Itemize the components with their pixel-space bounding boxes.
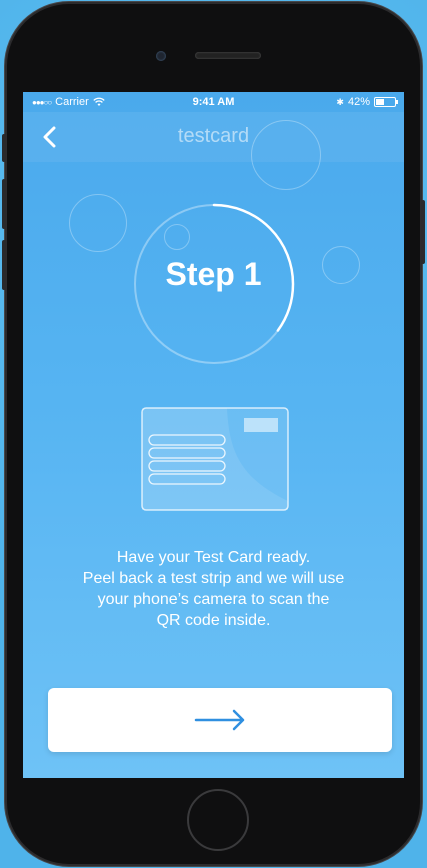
test-card-illustration bbox=[141, 407, 289, 511]
battery-percentage: 42% bbox=[347, 96, 370, 108]
decorative-bubble bbox=[69, 194, 127, 252]
status-right: ✱ 42% bbox=[336, 96, 398, 108]
instruction-line: QR code inside. bbox=[156, 612, 271, 629]
instruction-text: Have your Test Card ready. Peel back a t… bbox=[35, 547, 392, 631]
battery-icon bbox=[374, 97, 398, 107]
mute-switch bbox=[2, 134, 6, 162]
status-bar: ●●●○○ Carrier 9:41 AM ✱ 42% bbox=[23, 92, 404, 112]
front-camera bbox=[156, 51, 166, 61]
arrow-right-icon bbox=[194, 709, 245, 731]
navigation-bar: testcard bbox=[23, 112, 404, 162]
power-button bbox=[421, 200, 425, 264]
app-screen: ●●●○○ Carrier 9:41 AM ✱ 42% testcard Ste… bbox=[23, 92, 404, 778]
instruction-line: Peel back a test strip and we will use bbox=[82, 570, 345, 587]
home-button[interactable] bbox=[187, 789, 249, 851]
decorative-bubble bbox=[251, 120, 321, 190]
instruction-line: Have your Test Card ready. bbox=[116, 549, 311, 566]
volume-down-button bbox=[2, 240, 6, 290]
earpiece-speaker bbox=[195, 52, 261, 59]
nav-title: testcard bbox=[177, 125, 250, 147]
instruction-line: your phone’s camera to scan the bbox=[97, 591, 330, 608]
volume-up-button bbox=[2, 179, 6, 229]
step-title: Step 1 bbox=[165, 256, 262, 292]
bluetooth-icon: ✱ bbox=[336, 96, 344, 107]
next-button[interactable] bbox=[48, 688, 392, 752]
